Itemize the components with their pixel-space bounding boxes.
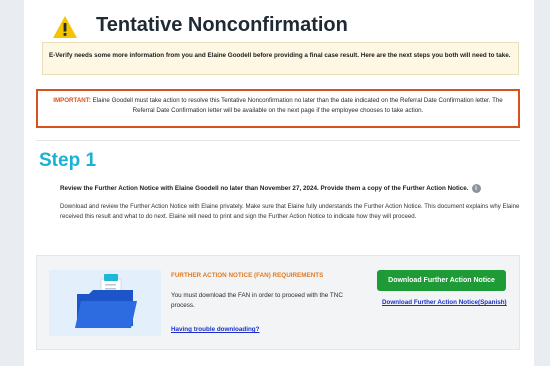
important-text: Elaine Goodell must take action to resol…: [92, 97, 503, 114]
important-notice: IMPORTANT: Elaine Goodell must take acti…: [36, 89, 520, 128]
page-title: Tentative Nonconfirmation: [96, 14, 348, 36]
fan-image: [49, 270, 161, 336]
download-fan-spanish-link[interactable]: Download Further Action Notice(Spanish): [382, 299, 507, 306]
section-divider: [36, 140, 520, 141]
step-title: Step 1: [39, 150, 97, 171]
step-lead-text: Review the Further Action Notice with El…: [60, 185, 469, 193]
download-fan-button[interactable]: Download Further Action Notice: [377, 270, 506, 291]
fan-panel: FURTHER ACTION NOTICE (FAN) REQUIREMENTS…: [36, 255, 520, 350]
trouble-downloading-link[interactable]: Having trouble downloading?: [171, 326, 260, 333]
info-box: E-Verify needs some more information fro…: [42, 42, 519, 75]
warning-triangle-icon: [53, 16, 77, 38]
main-card: Tentative Nonconfirmation E-Verify needs…: [24, 0, 534, 366]
important-label: IMPORTANT:: [53, 97, 91, 104]
fan-heading: FURTHER ACTION NOTICE (FAN) REQUIREMENTS: [171, 272, 324, 279]
step-description: Download and review the Further Action N…: [60, 203, 520, 221]
fan-text: You must download the FAN in order to pr…: [171, 292, 343, 309]
step-lead: Review the Further Action Notice with El…: [60, 184, 530, 193]
document-folder-icon: [75, 274, 137, 328]
info-icon[interactable]: i: [471, 184, 481, 193]
